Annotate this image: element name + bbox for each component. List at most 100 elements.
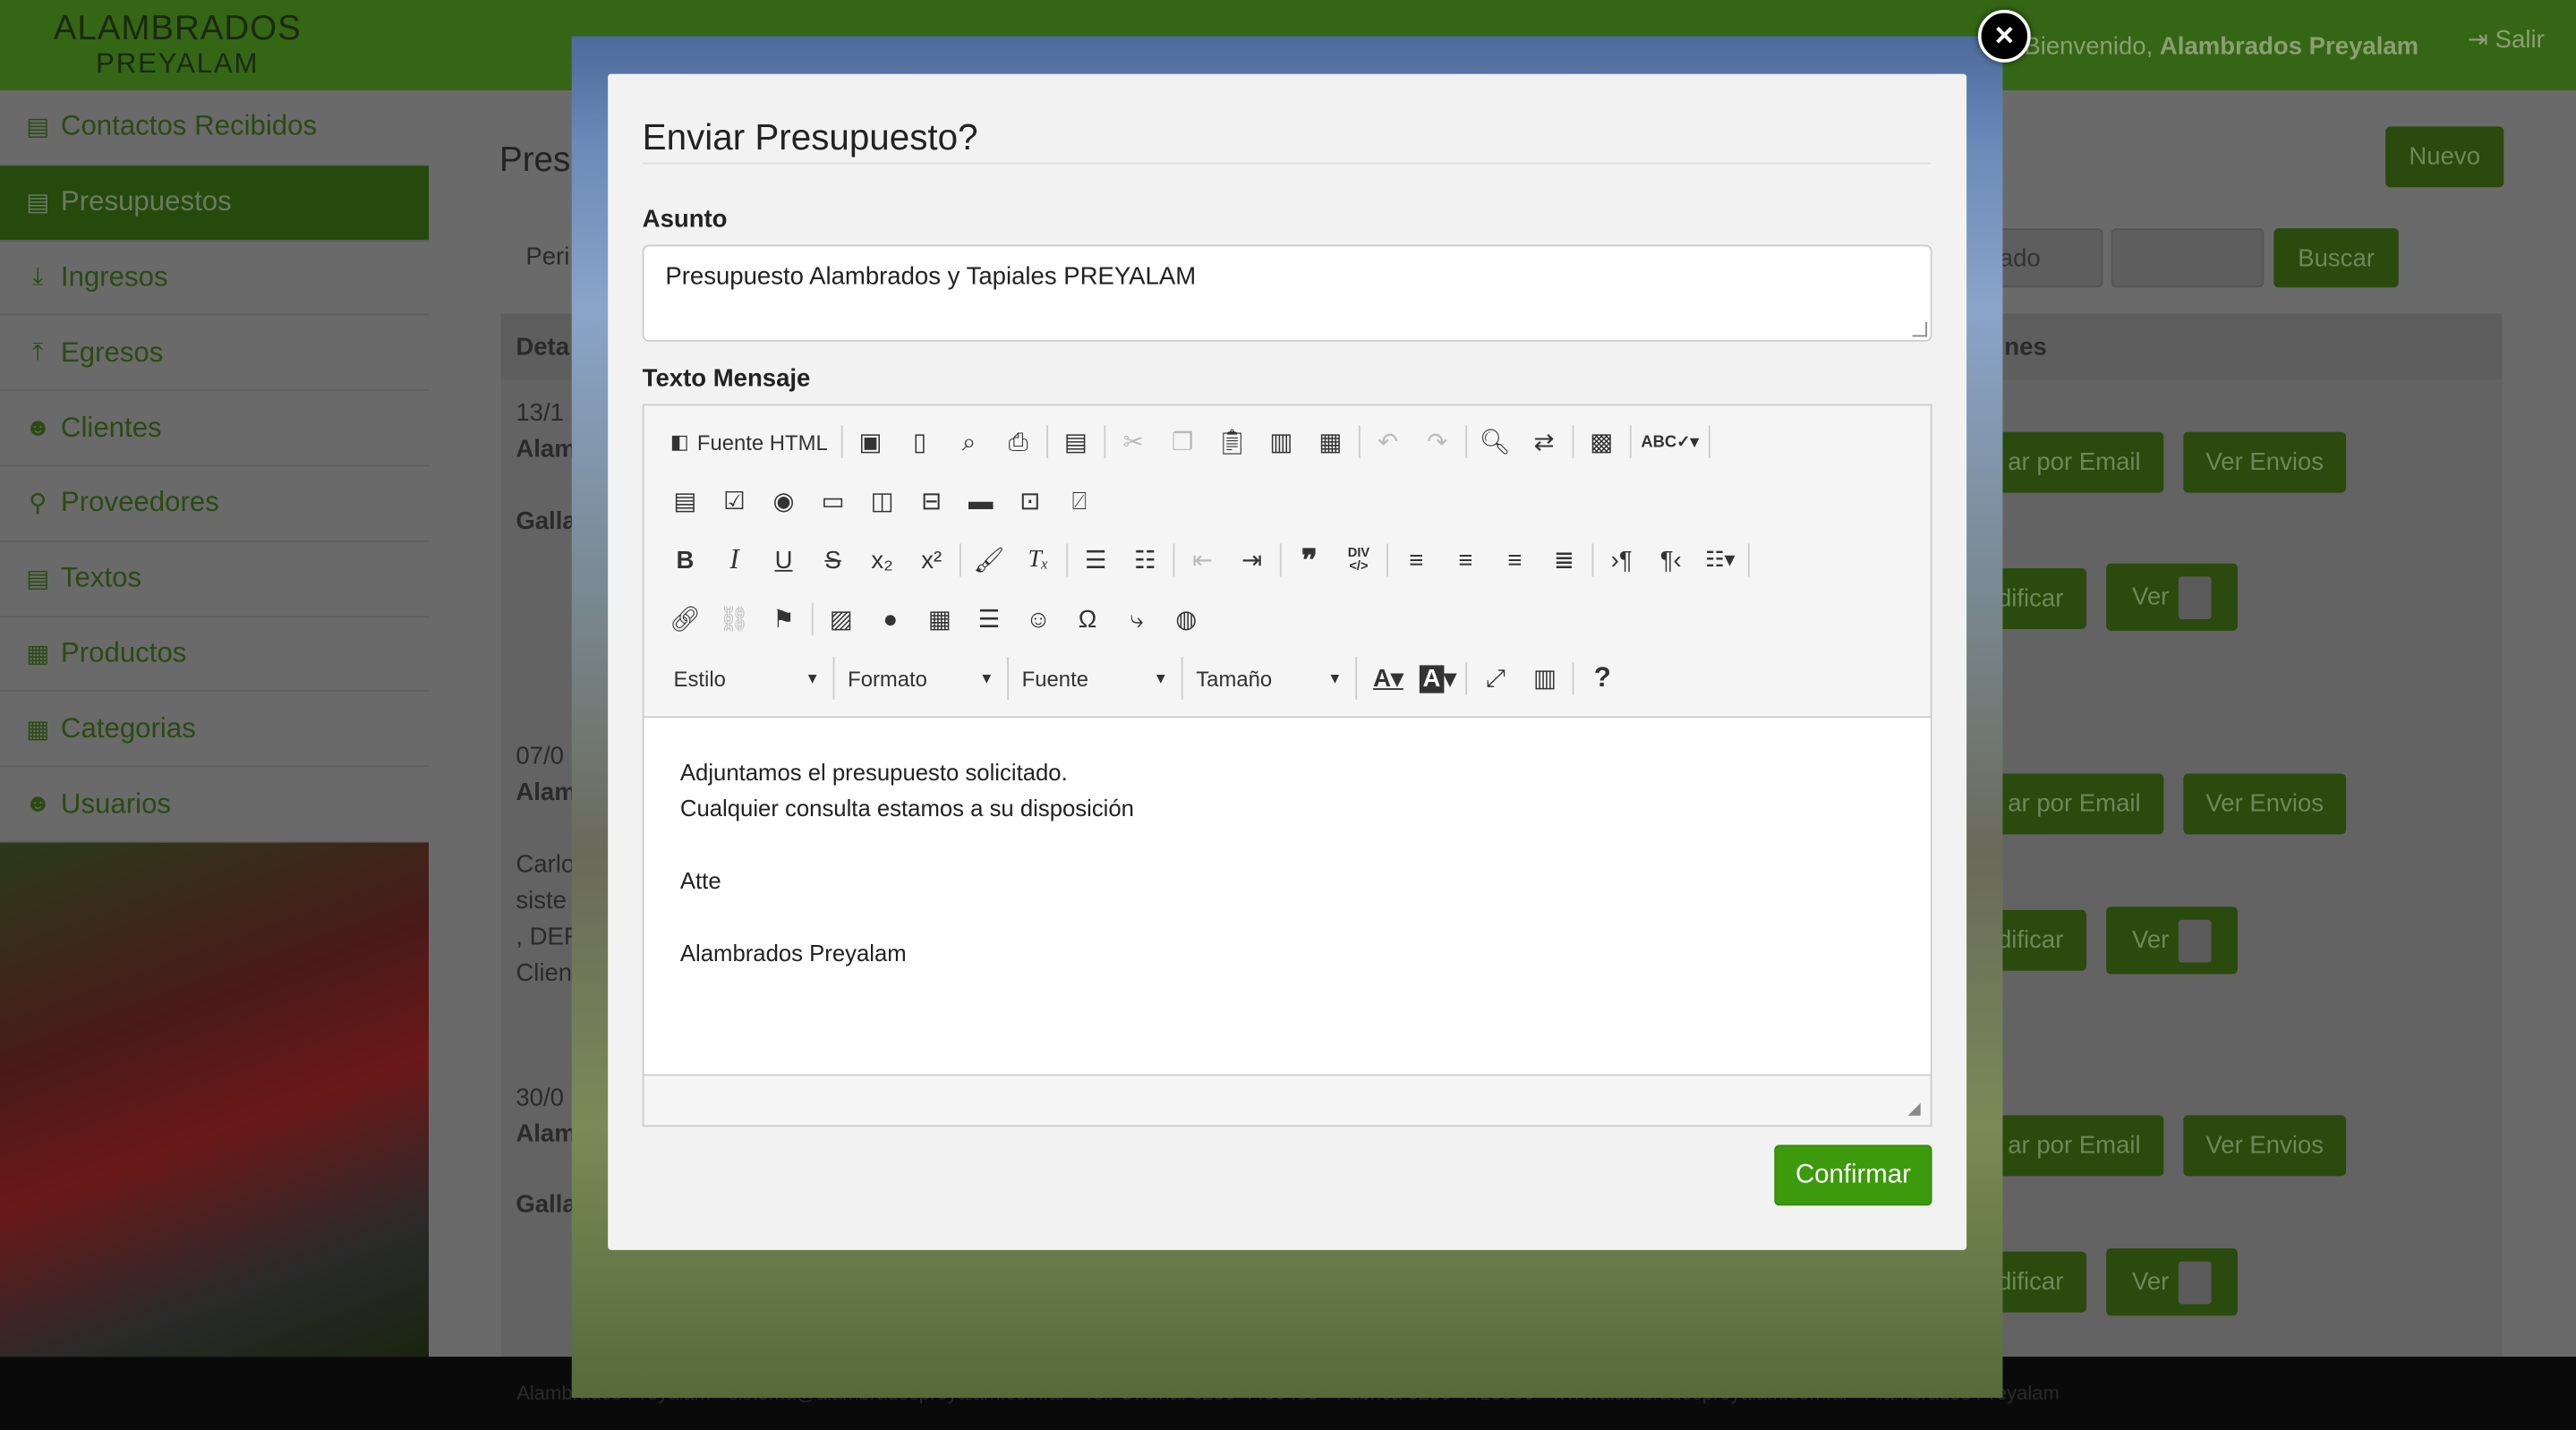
sidebar-item-usuarios[interactable]: ☻ Usuarios (0, 767, 430, 843)
brand-logo[interactable]: ALAMBRADOS PREYALAM (46, 12, 309, 77)
horizontal-rule-icon[interactable]: ☰ (964, 596, 1013, 642)
superscript-icon[interactable]: x² (907, 537, 956, 583)
checkbox-icon[interactable]: ☑ (710, 478, 759, 523)
paste-text-icon[interactable]: ▥ (1257, 419, 1306, 464)
view-pdf-button[interactable]: Ver (2106, 907, 2238, 975)
sidebar-item-categorias[interactable]: ▦ Categorias (0, 692, 430, 768)
view-pdf-button[interactable]: Ver (2106, 1247, 2238, 1316)
indent-icon[interactable]: ⇥ (1227, 537, 1276, 583)
sidebar-item-egresos[interactable]: ⤒ Egresos (0, 316, 430, 392)
table-icon[interactable]: ▦ (915, 596, 964, 642)
replace-icon[interactable]: ⇄ (1520, 419, 1569, 464)
blockquote-icon[interactable]: ❞ (1284, 537, 1334, 583)
filter-select[interactable] (2111, 228, 2265, 288)
hidden-field-icon[interactable]: ⍁ (1054, 478, 1104, 523)
bulleted-list-icon[interactable]: ☷ (1121, 537, 1170, 583)
view-sends-button[interactable]: Ver Envios (2183, 773, 2347, 835)
undo-icon[interactable]: ↶ (1363, 419, 1412, 464)
spellcheck-icon[interactable]: ABC✓▾ (1634, 419, 1705, 464)
text-color-icon[interactable]: A▾ (1363, 655, 1412, 701)
italic-icon[interactable]: I (710, 537, 759, 583)
show-blocks-icon[interactable]: ▥ (1521, 655, 1570, 701)
templates-icon[interactable]: ▤ (1051, 419, 1100, 464)
align-left-icon[interactable]: ≡ (1392, 537, 1441, 583)
paste-word-icon[interactable]: ▦ (1306, 419, 1355, 464)
radio-icon[interactable]: ◉ (759, 478, 808, 523)
document-icon: ▤ (26, 114, 50, 142)
anchor-flag-icon[interactable]: ⚑ (759, 596, 808, 642)
new-page-icon[interactable]: ▯ (895, 419, 944, 464)
bold-icon[interactable]: B (661, 537, 710, 583)
sidebar-item-textos[interactable]: ▤ Textos (0, 541, 430, 617)
rtl-icon[interactable]: ¶‹ (1646, 537, 1695, 583)
image-button-icon[interactable]: ⊡ (1005, 478, 1054, 523)
preview-icon[interactable]: ⌕ (944, 419, 994, 464)
paste-icon[interactable]: 📋︎ (1207, 419, 1257, 464)
confirm-button[interactable]: Confirmar (1774, 1145, 1932, 1206)
background-color-icon[interactable]: A ▾ (1413, 655, 1463, 701)
grid-icon: ▦ (26, 640, 50, 668)
button-field-icon[interactable]: ▬ (956, 478, 1005, 523)
unlink-icon[interactable]: ⛓ (710, 596, 759, 642)
sidebar-item-presupuestos[interactable]: ▤ Presupuestos (0, 166, 430, 242)
format-dropdown[interactable]: Formato ▼ (834, 657, 1009, 700)
textarea-icon[interactable]: ◫ (857, 478, 907, 523)
sidebar-item-ingresos[interactable]: ⤓ Ingresos (0, 241, 430, 317)
link-icon[interactable]: 🔗︎ (661, 596, 710, 642)
view-sends-button[interactable]: Ver Envios (2183, 1115, 2347, 1177)
div-container-icon[interactable]: DIV </> (1334, 537, 1383, 583)
strikethrough-icon[interactable]: S (808, 537, 857, 583)
select-field-icon[interactable]: ⊟ (907, 478, 956, 523)
cut-icon[interactable]: ✂ (1109, 419, 1158, 464)
sidebar-item-contactos[interactable]: ▤ Contactos Recibidos (0, 90, 430, 166)
page-break-icon[interactable]: ⤷ (1113, 596, 1162, 642)
numbered-list-icon[interactable]: ☰ (1071, 537, 1121, 583)
select-all-icon[interactable]: ▩ (1577, 419, 1626, 464)
underline-icon[interactable]: U (759, 537, 808, 583)
size-dropdown[interactable]: Tamaño ▼ (1183, 657, 1358, 700)
view-sends-button[interactable]: Ver Envios (2183, 431, 2347, 493)
ltr-icon[interactable]: ›¶ (1597, 537, 1646, 583)
save-icon[interactable]: ▣ (846, 419, 895, 464)
align-right-icon[interactable]: ≡ (1490, 537, 1540, 583)
special-char-icon[interactable]: Ω (1063, 596, 1113, 642)
copy-icon[interactable]: ❐ (1158, 419, 1207, 464)
sidebar-item-productos[interactable]: ▦ Productos (0, 617, 430, 693)
language-icon[interactable]: ☷▾ (1695, 537, 1744, 583)
find-icon[interactable]: 🔍︎ (1470, 419, 1519, 464)
bicycle-icon: ⚲ (29, 489, 47, 518)
maximize-icon[interactable]: ⤢ (1471, 655, 1520, 701)
source-html-button[interactable]: ◧ Fuente HTML (661, 419, 838, 464)
justify-icon[interactable]: ≣ (1540, 537, 1589, 583)
style-dropdown[interactable]: Estilo ▼ (661, 657, 835, 700)
redo-icon[interactable]: ↷ (1412, 419, 1462, 464)
flash-icon[interactable]: ● (866, 596, 915, 642)
font-dropdown[interactable]: Fuente ▼ (1009, 657, 1183, 700)
toolbar-separator (1358, 425, 1361, 459)
align-center-icon[interactable]: ≡ (1441, 537, 1490, 583)
iframe-globe-icon[interactable]: ◍ (1162, 596, 1211, 642)
logout-link[interactable]: ⇥ Salir (2468, 25, 2545, 55)
close-icon[interactable]: × (1977, 10, 2031, 63)
form-icon[interactable]: ▤ (661, 478, 710, 523)
editor-content-area[interactable]: Adjuntamos el presupuesto solicitado. Cu… (644, 716, 1931, 1077)
sidebar-item-clientes[interactable]: ☻ Clientes (0, 391, 430, 467)
document-icon: ▤ (26, 189, 50, 217)
view-pdf-button[interactable]: Ver (2106, 563, 2238, 631)
new-button[interactable]: Nuevo (2385, 126, 2504, 188)
print-icon[interactable]: ⎙ (994, 419, 1043, 464)
resize-handle-icon[interactable]: ◢ (1908, 1101, 1921, 1119)
sidebar: ▤ Contactos Recibidos ▤ Presupuestos ⤓ Ingr… (0, 89, 430, 843)
search-button[interactable]: Buscar (2273, 228, 2399, 288)
subject-input[interactable]: Presupuesto Alambrados y Tapiales PREYAL… (642, 244, 1932, 342)
copy-format-icon[interactable]: 🖌︎ (964, 537, 1013, 583)
textfield-icon[interactable]: ▭ (808, 478, 857, 523)
outdent-icon[interactable]: ⇤ (1178, 537, 1227, 583)
image-icon[interactable]: ▨ (816, 596, 866, 642)
sidebar-item-proveedores[interactable]: ⚲ Proveedores (0, 466, 430, 542)
smiley-icon[interactable]: ☺ (1014, 596, 1063, 642)
help-icon[interactable]: ? (1578, 655, 1627, 701)
remove-format-icon[interactable]: Tₓ (1014, 537, 1063, 583)
sidebar-item-label: Clientes (60, 411, 162, 443)
subscript-icon[interactable]: x₂ (857, 537, 907, 583)
